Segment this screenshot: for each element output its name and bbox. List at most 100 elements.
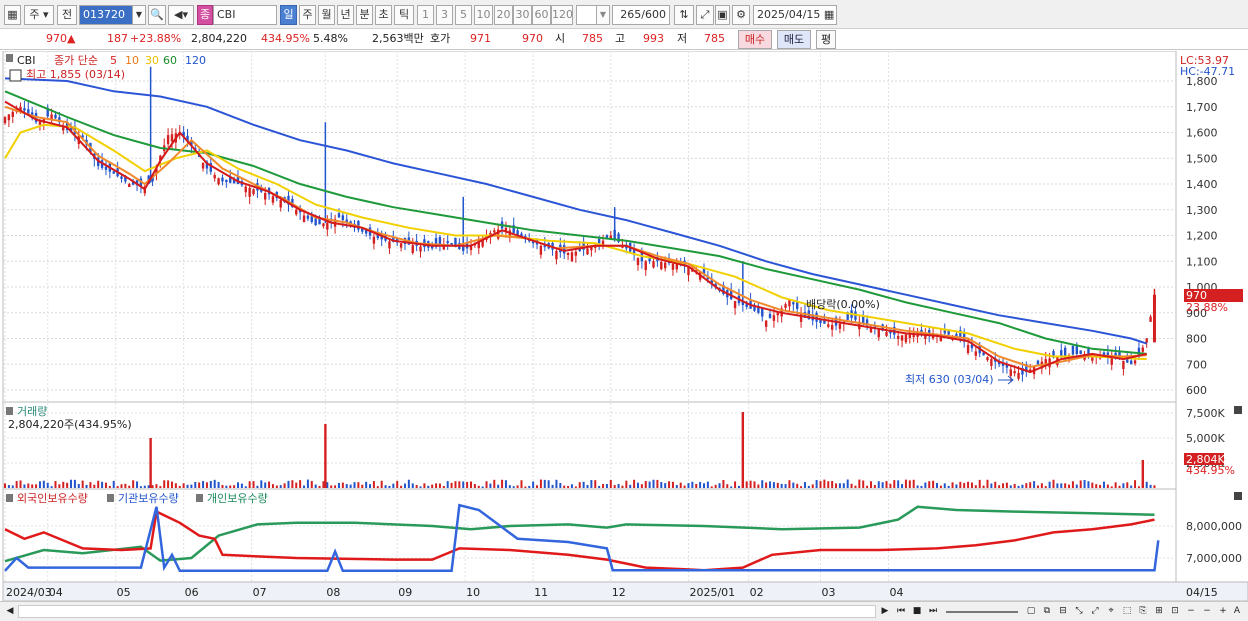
volume-bar	[901, 484, 904, 488]
volume-bar	[897, 480, 900, 488]
sell-button[interactable]: 매도	[777, 30, 811, 49]
tool-e-icon[interactable]: ⤢	[1088, 604, 1102, 619]
current-price: 970	[46, 32, 67, 45]
scroll-left-icon[interactable]: ◀	[3, 604, 17, 619]
volume-bar	[42, 480, 45, 488]
volume-bar	[62, 481, 65, 488]
high-price: 993	[643, 32, 664, 45]
period-second-button[interactable]: 초	[375, 5, 392, 25]
volume-bar	[85, 484, 88, 488]
compare-icon[interactable]: ⤢	[696, 5, 714, 25]
volume-bar	[291, 480, 294, 488]
minute-10-button[interactable]: 10	[474, 5, 493, 25]
minute-20-button[interactable]: 20	[494, 5, 513, 25]
tool-j-icon[interactable]: ⊡	[1168, 604, 1182, 619]
volume-bar	[400, 485, 403, 488]
tool-h-icon[interactable]: ⎘	[1136, 604, 1150, 619]
buy-button[interactable]: 매수	[738, 30, 772, 49]
volume-bar	[504, 480, 507, 488]
change-arrow-icon: ▲	[67, 32, 76, 45]
volume-bar	[1017, 485, 1020, 488]
scroll-track[interactable]	[18, 605, 876, 618]
volume-bar	[1118, 485, 1121, 488]
volume-bar	[205, 482, 208, 488]
layout-icon[interactable]: ▦	[4, 5, 21, 25]
volume-bar	[862, 480, 865, 488]
tool-a-icon[interactable]: ▢	[1024, 604, 1038, 619]
candle-body	[586, 248, 589, 255]
candle-body	[1009, 369, 1012, 376]
y-tick-label: 800	[1186, 333, 1207, 346]
volume-bar	[279, 485, 282, 488]
zoom-out-icon[interactable]: −	[1184, 604, 1198, 619]
period-minute-button[interactable]: 분	[356, 5, 373, 25]
volume-bar	[213, 479, 216, 488]
tool-f-icon[interactable]: ⌖	[1104, 604, 1118, 619]
volume-bar	[501, 479, 504, 488]
play-icon[interactable]: ⏭	[926, 604, 940, 619]
volume-bar	[734, 481, 737, 488]
chart-scrollbar[interactable]: ◀ ▶ ⏮ ■ ⏭ ▢ ⧉ ⊟ ⤡ ⤢ ⌖ ⬚ ⎘ ⊞ ⊡ − − + A	[0, 601, 1248, 621]
volume-bar	[217, 481, 220, 488]
chart-tool-icon[interactable]: ⇅	[674, 5, 694, 25]
font-size-icon[interactable]: A	[1230, 604, 1244, 619]
minute-120-button[interactable]: 120	[551, 5, 573, 25]
scroll-right-icon[interactable]: ▶	[878, 604, 892, 619]
tool-c-icon[interactable]: ⊟	[1056, 604, 1070, 619]
save-icon[interactable]: ▣	[715, 5, 730, 25]
candle-body	[574, 251, 578, 256]
candle-body	[314, 218, 317, 226]
candle-body	[7, 114, 11, 121]
code-dropdown-icon[interactable]: ▼	[132, 5, 146, 25]
speaker-icon[interactable]: ◀▾	[168, 5, 194, 25]
volume-bar	[567, 486, 570, 488]
volume-bar	[7, 485, 10, 488]
candle-body	[252, 189, 255, 195]
period-week-button[interactable]: 주	[299, 5, 316, 25]
zoom-slider[interactable]	[946, 611, 1018, 613]
minute-3-button[interactable]: 3	[436, 5, 453, 25]
volume-bar	[1079, 480, 1082, 488]
volume-bar	[994, 481, 997, 488]
volume-bar	[163, 480, 166, 488]
panel-handle-icon	[6, 54, 13, 62]
date-input[interactable]: 2025/04/15 ▦	[753, 5, 837, 25]
tool-g-icon[interactable]: ⬚	[1120, 604, 1134, 619]
eval-button[interactable]: 평	[816, 30, 836, 49]
volume-bar	[178, 485, 181, 488]
tool-d-icon[interactable]: ⤡	[1072, 604, 1086, 619]
volume-bar	[570, 484, 573, 488]
candle-body	[799, 313, 803, 322]
zoom-in-icon[interactable]: +	[1216, 604, 1230, 619]
minute-5-button[interactable]: 5	[455, 5, 472, 25]
volume-bar	[334, 485, 337, 488]
volume-bar	[850, 483, 853, 488]
volume-bar	[916, 485, 919, 488]
minute-30-button[interactable]: 30	[513, 5, 532, 25]
custom-period-dropdown-icon[interactable]: ▼	[596, 5, 610, 25]
low-note: 최저 630 (03/04)	[905, 373, 994, 386]
period-month-button[interactable]: 월	[318, 5, 335, 25]
volume-bar	[454, 481, 457, 488]
minus-icon[interactable]: −	[1200, 604, 1214, 619]
period-year-button[interactable]: 년	[337, 5, 354, 25]
data-count-field[interactable]: 265/600	[612, 5, 670, 25]
tool-i-icon[interactable]: ⊞	[1152, 604, 1166, 619]
tool-b-icon[interactable]: ⧉	[1040, 604, 1054, 619]
stock-name-field[interactable]: CBI	[213, 5, 277, 25]
period-tick-button[interactable]: 틱	[394, 5, 414, 25]
period-day-button[interactable]: 일	[280, 5, 297, 25]
rewind-icon[interactable]: ⏮	[894, 604, 908, 619]
volume-last-pct: 434.95%	[1186, 464, 1235, 477]
search-icon[interactable]: 🔍	[148, 5, 166, 25]
stop-icon[interactable]: ■	[910, 604, 924, 619]
chart-area[interactable]: 7,500K5,000K2,500K 8,000,0007,000,000 1,…	[0, 51, 1248, 601]
volume-bar	[264, 482, 267, 488]
volume-bar	[1033, 481, 1036, 488]
market-select[interactable]: 주 ▾	[24, 5, 54, 25]
prev-button[interactable]: 전	[57, 5, 77, 25]
minute-1-button[interactable]: 1	[417, 5, 434, 25]
candle-body	[815, 312, 818, 322]
settings-gear-icon[interactable]: ⚙	[732, 5, 750, 25]
minute-60-button[interactable]: 60	[532, 5, 551, 25]
